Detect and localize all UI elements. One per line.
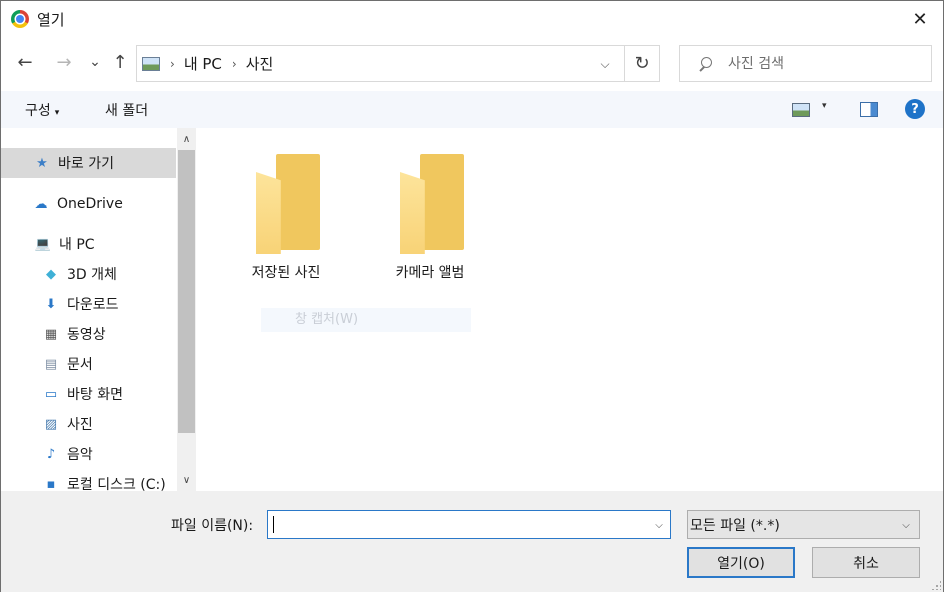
download-icon: ⬇ [45,296,57,312]
close-button[interactable]: ✕ [897,1,943,37]
help-label: ? [911,101,919,117]
resize-grip[interactable] [931,580,941,590]
organize-button[interactable]: 구성 ▾ [25,100,59,120]
sidebar-item[interactable]: ◆ 3D 개체 [1,259,176,289]
folder-label: 카메라 앨범 [395,265,465,281]
arrow-up-icon: ↑ [112,51,128,73]
organize-label: 구성 [25,103,51,119]
folder-label: 저장된 사진 [251,265,321,281]
chevron-down-icon: ⌄ [89,54,101,70]
open-button[interactable]: 열기(O) [687,547,795,578]
sidebar-item-label: 문서 [67,357,93,373]
up-button[interactable]: ↑ [109,51,131,73]
navigation-pane: ★ 바로 가기 ☁ OneDrive 💻 내 PC ◆ 3D 개체 ⬇ 다운로드 ▦ 동영상 ▤ 문서 ▭ 바… [1,128,197,491]
help-icon[interactable]: ? [905,99,925,119]
search-icon [698,56,712,71]
folder-icon [256,150,324,254]
view-options-caret-icon[interactable]: ▾ [822,101,827,111]
arrow-right-icon: → [56,51,72,73]
document-icon: ▤ [44,356,58,372]
film-icon: ▦ [44,326,58,342]
sidebar-item[interactable]: ▪ 로컬 디스크 (C:) [1,469,176,492]
window-title: 열기 [37,11,65,29]
dialog-footer: 파일 이름(N): ⌵ 모든 파일 (*.*) ⌵ 열기(O) 취소 [1,491,943,592]
caret-down-icon: ▾ [54,108,60,118]
new-folder-button[interactable]: 새 폴더 [105,100,148,120]
chrome-icon [11,10,29,28]
desktop-icon: ▭ [44,386,58,402]
cloud-icon: ☁ [34,196,48,212]
title-bar: 열기 ✕ [1,1,943,37]
forward-button[interactable]: → [53,51,75,73]
music-icon: ♪ [46,446,56,462]
close-icon: ✕ [912,8,928,30]
search-input[interactable] [728,55,918,72]
sidebar-item-label: 3D 개체 [67,267,117,283]
refresh-button[interactable]: ↻ [624,45,660,82]
command-toolbar: 구성 ▾ 새 폴더 ▾ ? [1,91,943,128]
navigation-bar: ← → ⌄ ↑ › 내 PC › 사진 ⌵ ↻ [1,37,943,91]
folder-icon [400,150,468,254]
breadcrumb-separator-icon[interactable]: › [232,57,237,71]
sidebar-item-label: 음악 [67,447,93,463]
sidebar-item-label: 내 PC [59,237,95,253]
preview-pane-icon[interactable] [860,102,878,117]
sidebar-item[interactable]: ⬇ 다운로드 [1,289,176,319]
star-icon: ★ [36,155,48,171]
back-button[interactable]: ← [14,51,36,73]
sidebar-item[interactable]: ▭ 바탕 화면 [1,379,176,409]
sidebar-item[interactable]: ▨ 사진 [1,409,176,439]
picture-icon [142,56,160,71]
sidebar-item-label: 다운로드 [67,297,119,313]
folder-item[interactable]: 카메라 앨범 [370,150,490,290]
recent-locations-button[interactable]: ⌄ [84,51,106,73]
file-type-filter[interactable]: 모든 파일 (*.*) ⌵ [687,510,920,539]
sidebar-item[interactable]: ▤ 문서 [1,349,176,379]
change-view-icon[interactable] [792,103,810,117]
sidebar-item[interactable]: ☁ OneDrive [1,189,176,219]
file-list: 저장된 사진 카메라 앨범 창 캡처(W) [197,128,943,491]
address-dropdown-icon[interactable]: ⌵ [595,54,615,74]
navigation-pane-scrollbar[interactable]: ∧ ∨ [177,128,196,491]
filename-label: 파일 이름(N): [171,518,254,534]
sidebar-item[interactable]: ★ 바로 가기 [1,148,176,178]
breadcrumb-my-pc[interactable]: 내 PC [184,53,222,74]
ghost-tooltip: 창 캡처(W) [261,308,471,332]
refresh-icon: ↻ [634,53,650,74]
scroll-down-icon[interactable]: ∨ [177,471,196,489]
file-type-filter-value: 모든 파일 (*.*) [690,517,780,534]
cancel-button[interactable]: 취소 [812,547,920,578]
cube-icon: ◆ [46,266,56,282]
folder-item[interactable]: 저장된 사진 [226,150,346,290]
sidebar-item-label: 바로 가기 [58,156,114,172]
sidebar-item[interactable]: ▦ 동영상 [1,319,176,349]
new-folder-label: 새 폴더 [105,103,149,119]
sidebar-item-label: 동영상 [67,327,106,343]
filename-dropdown-icon[interactable]: ⌵ [650,515,668,535]
scroll-up-icon[interactable]: ∧ [177,130,196,148]
sidebar-item-label: 로컬 디스크 (C:) [67,477,166,491]
sidebar-item-label: 바탕 화면 [67,387,123,403]
sidebar-item[interactable]: ♪ 음악 [1,439,176,469]
arrow-left-icon: ← [17,51,33,73]
sidebar-item[interactable]: 💻 내 PC [1,229,176,259]
open-file-dialog: 열기 ✕ ← → ⌄ ↑ › 내 PC › 사진 ⌵ ↻ 구성▾ 새 폴더 [0,0,944,592]
chevron-down-icon: ⌵ [902,519,910,531]
sidebar-item-label: 사진 [67,417,93,433]
filename-input[interactable] [272,514,642,535]
text-cursor [273,516,274,533]
picture-icon: ▨ [44,416,58,432]
drive-icon: ▪ [46,476,56,492]
breadcrumb-pictures[interactable]: 사진 [246,53,274,74]
address-bar[interactable]: › 내 PC › 사진 ⌵ [136,45,660,82]
computer-icon: 💻 [34,236,52,252]
breadcrumb-separator-icon[interactable]: › [170,57,175,71]
scrollbar-thumb[interactable] [178,150,195,433]
sidebar-item-label: OneDrive [57,196,123,212]
search-box[interactable] [679,45,932,82]
filename-combobox[interactable]: ⌵ [267,510,671,539]
